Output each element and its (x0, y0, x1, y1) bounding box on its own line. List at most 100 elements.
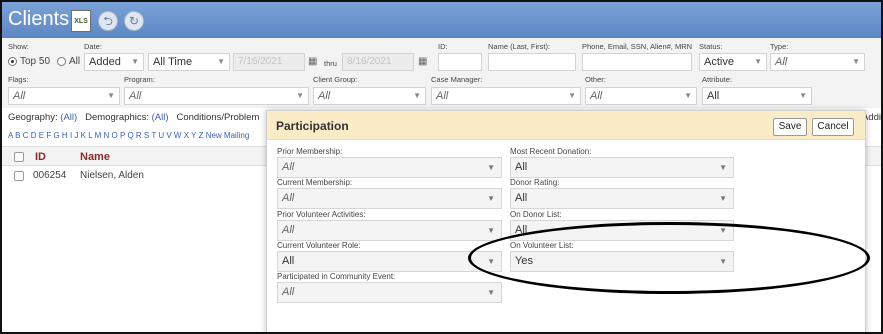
column-name-header[interactable]: Name (80, 151, 110, 163)
letter-link[interactable]: J (74, 131, 78, 140)
chevron-down-icon: ▼ (487, 257, 495, 266)
top50-label: Top 50 (20, 56, 51, 67)
letter-link[interactable]: H (62, 131, 68, 140)
letter-link[interactable]: F (46, 131, 51, 140)
chevron-down-icon: ▼ (107, 91, 115, 100)
refresh-icon[interactable]: ↻ (124, 11, 144, 31)
cancel-button[interactable]: Cancel (812, 118, 854, 136)
status-label: Status: (699, 42, 723, 51)
letter-link[interactable]: M (95, 131, 102, 140)
id-input[interactable] (438, 53, 482, 71)
letter-link[interactable]: O (112, 131, 118, 140)
letter-link[interactable]: Q (127, 131, 133, 140)
new-mailing-link[interactable]: New Mailing (206, 131, 250, 140)
letter-link[interactable]: Z (199, 131, 204, 140)
demographics-link[interactable]: (All) (152, 112, 169, 123)
community-event-value: All (282, 286, 295, 298)
chevron-down-icon: ▼ (487, 226, 495, 235)
column-id-header[interactable]: ID (35, 151, 46, 163)
prior-volunteer-label: Prior Volunteer Activities: (277, 210, 366, 219)
all-radio[interactable] (57, 57, 66, 66)
chevron-down-icon: ▼ (799, 91, 807, 100)
dialog-title: Participation (276, 119, 349, 133)
case-manager-select[interactable]: All ▼ (431, 87, 581, 105)
letter-link[interactable]: A (8, 131, 13, 140)
letter-link[interactable]: R (136, 131, 142, 140)
name-input[interactable] (488, 53, 576, 71)
calendar-icon[interactable]: ▦ (308, 56, 317, 67)
other-select[interactable]: All ▼ (585, 87, 697, 105)
demographics-label: Demographics: (85, 112, 149, 123)
select-all-checkbox[interactable] (14, 152, 24, 162)
donor-list-select[interactable]: All ▼ (510, 220, 734, 241)
letter-link[interactable]: V (166, 131, 171, 140)
title-bar: Clients XLS ⮌ ↻ (2, 2, 881, 38)
donor-rating-select[interactable]: All ▼ (510, 188, 734, 209)
prior-membership-label: Prior Membership: (277, 147, 343, 156)
date-range-select[interactable]: All Time ▼ (148, 53, 230, 71)
donor-list-label: On Donor List: (510, 210, 562, 219)
letter-link[interactable]: C (23, 131, 29, 140)
chevron-down-icon: ▼ (413, 91, 421, 100)
other-label: Other: (585, 75, 606, 84)
date-type-select[interactable]: Added ▼ (84, 53, 144, 71)
current-volunteer-role-select[interactable]: All ▼ (277, 251, 502, 272)
date-to-input[interactable]: 8/16/2021 (342, 53, 414, 71)
attribute-select[interactable]: All ▼ (702, 87, 812, 105)
client-group-select[interactable]: All ▼ (313, 87, 426, 105)
community-event-select[interactable]: All ▼ (277, 282, 502, 303)
letter-link[interactable]: B (15, 131, 20, 140)
prior-volunteer-select[interactable]: All ▼ (277, 220, 502, 241)
excel-export-icon[interactable]: XLS (71, 10, 91, 32)
date-from-input[interactable]: 7/16/2021 (233, 53, 305, 71)
prior-membership-select[interactable]: All ▼ (277, 157, 502, 178)
save-button[interactable]: Save (773, 118, 807, 136)
letter-link[interactable]: N (104, 131, 110, 140)
letter-link[interactable]: W (174, 131, 182, 140)
volunteer-list-select[interactable]: Yes ▼ (510, 251, 734, 272)
letter-link[interactable]: G (53, 131, 59, 140)
filter-panel: Show: Top 50 All Date: Added ▼ All Time ▼ … (2, 38, 881, 108)
current-membership-label: Current Membership: (277, 178, 353, 187)
chevron-down-icon: ▼ (487, 288, 495, 297)
letter-link[interactable]: E (39, 131, 44, 140)
conditions-link[interactable]: Conditions/Problem (176, 112, 259, 123)
letter-link[interactable]: D (31, 131, 37, 140)
letter-link[interactable]: T (151, 131, 156, 140)
row-checkbox[interactable] (14, 171, 24, 181)
name-label: Name (Last, First): (488, 42, 551, 51)
letter-link[interactable]: K (81, 131, 86, 140)
phone-input[interactable] (582, 53, 692, 71)
program-select[interactable]: All ▼ (124, 87, 309, 105)
other-value: All (590, 90, 603, 102)
letter-link[interactable]: U (158, 131, 164, 140)
geography-link[interactable]: (All) (60, 112, 77, 123)
dialog-header: Participation Save Cancel (267, 111, 865, 140)
letter-link[interactable]: L (88, 131, 92, 140)
attribute-label: Attribute: (702, 75, 733, 84)
calendar-icon[interactable]: ▦ (418, 56, 427, 67)
letter-link[interactable]: Y (191, 131, 196, 140)
letter-link[interactable]: P (120, 131, 125, 140)
top50-radio[interactable] (8, 57, 17, 66)
client-group-value: All (318, 90, 331, 102)
row-name[interactable]: Nielsen, Alden (80, 170, 144, 181)
recent-donation-label: Most Recent Donation: (510, 147, 592, 156)
flags-select[interactable]: All ▼ (8, 87, 120, 105)
letter-link[interactable]: I (70, 131, 72, 140)
chevron-down-icon: ▼ (217, 57, 225, 66)
type-select[interactable]: All ▼ (770, 53, 865, 71)
date-label: Date: (84, 42, 102, 51)
current-membership-select[interactable]: All ▼ (277, 188, 502, 209)
status-select[interactable]: Active ▼ (699, 53, 767, 71)
back-icon[interactable]: ⮌ (98, 11, 118, 31)
volunteer-list-label: On Volunteer List: (510, 241, 574, 250)
letter-link[interactable]: S (144, 131, 149, 140)
attribute-value: All (707, 90, 720, 102)
prior-volunteer-value: All (282, 224, 295, 236)
letter-link[interactable]: X (184, 131, 189, 140)
recent-donation-select[interactable]: All ▼ (510, 157, 734, 178)
current-volunteer-role-label: Current Volunteer Role: (277, 241, 361, 250)
show-label: Show: (8, 42, 29, 51)
recent-donation-value: All (515, 161, 528, 173)
